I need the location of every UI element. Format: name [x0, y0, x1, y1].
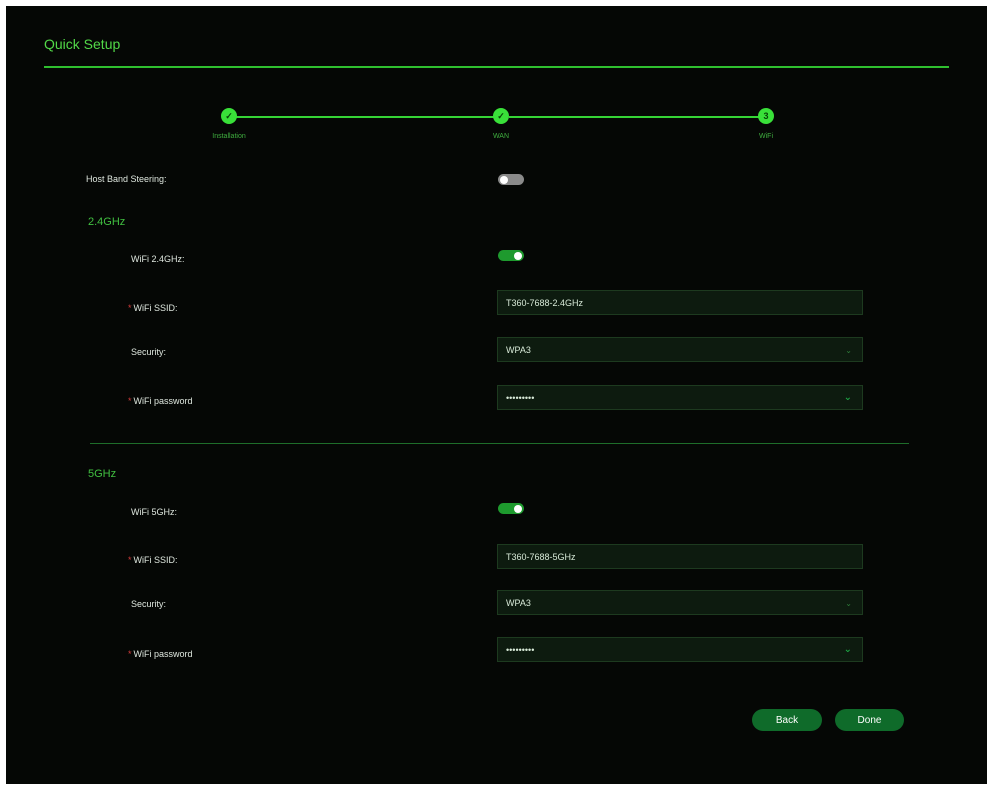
security-5ghz-select[interactable]: WPA3 ⌄: [497, 590, 863, 615]
ssid-24ghz-input[interactable]: T360-7688-2.4GHz: [497, 290, 863, 315]
step-wifi-number: 3: [758, 108, 774, 124]
required-marker: *: [128, 396, 132, 406]
security-24ghz-value: WPA3: [506, 344, 531, 355]
security-24ghz-label: Security:: [131, 347, 167, 357]
security-5ghz-label: Security:: [131, 599, 167, 609]
back-button[interactable]: Back: [752, 709, 822, 731]
ssid-5ghz-input[interactable]: T360-7688-5GHz: [497, 544, 863, 569]
section-heading-24ghz: 2.4GHz: [88, 216, 126, 228]
toggle-knob: [500, 175, 508, 184]
ssid-24ghz-label-text: WiFi SSID:: [133, 303, 178, 313]
chevron-down-icon[interactable]: ⌄: [844, 392, 852, 403]
password-5ghz-input[interactable]: ••••••••• ⌄: [497, 637, 863, 662]
wifi-24ghz-toggle[interactable]: [498, 250, 524, 261]
wifi-5ghz-toggle[interactable]: [498, 503, 524, 514]
step-installation-check-icon: ✓: [221, 108, 237, 124]
toggle-knob: [514, 251, 522, 260]
ssid-5ghz-label-text: WiFi SSID:: [133, 555, 178, 565]
toggle-knob: [514, 504, 522, 513]
ssid-5ghz-label: * WiFi SSID:: [128, 555, 178, 565]
band-steering-toggle[interactable]: [498, 174, 524, 185]
chevron-down-icon: ⌄: [845, 599, 852, 608]
password-24ghz-label: * WiFi password: [128, 396, 193, 406]
security-24ghz-select[interactable]: WPA3 ⌄: [497, 337, 863, 362]
stepper-line-2: [509, 116, 765, 118]
required-marker: *: [128, 303, 132, 313]
password-24ghz-label-text: WiFi password: [133, 396, 193, 406]
password-24ghz-input[interactable]: ••••••••• ⌄: [497, 385, 863, 410]
password-5ghz-value: •••••••••: [506, 644, 535, 655]
security-5ghz-value: WPA3: [506, 597, 531, 608]
chevron-down-icon: ⌄: [845, 346, 852, 355]
wifi-24ghz-label: WiFi 2.4GHz:: [131, 254, 185, 264]
step-label-installation: Installation: [212, 133, 246, 140]
required-marker: *: [128, 649, 132, 659]
section-heading-5ghz: 5GHz: [88, 468, 117, 480]
required-marker: *: [128, 555, 132, 565]
step-label-wifi: WiFi: [759, 133, 773, 140]
step-label-wan: WAN: [492, 133, 510, 140]
done-button[interactable]: Done: [835, 709, 904, 731]
password-5ghz-label-text: WiFi password: [133, 649, 193, 659]
quick-setup-panel: Quick Setup ✓ ✓ 3 Installation WAN WiFi …: [6, 6, 987, 784]
step-wan-check-icon: ✓: [493, 108, 509, 124]
ssid-24ghz-label: * WiFi SSID:: [128, 303, 178, 313]
section-divider: [90, 443, 909, 444]
band-steering-label: Host Band Steering:: [86, 174, 167, 184]
password-24ghz-value: •••••••••: [506, 392, 535, 403]
stepper-line-1: [236, 116, 501, 118]
password-5ghz-label: * WiFi password: [128, 649, 193, 659]
page-title: Quick Setup: [44, 36, 121, 52]
chevron-down-icon[interactable]: ⌄: [844, 644, 852, 655]
title-divider: [44, 66, 949, 68]
wifi-5ghz-label: WiFi 5GHz:: [131, 507, 177, 517]
